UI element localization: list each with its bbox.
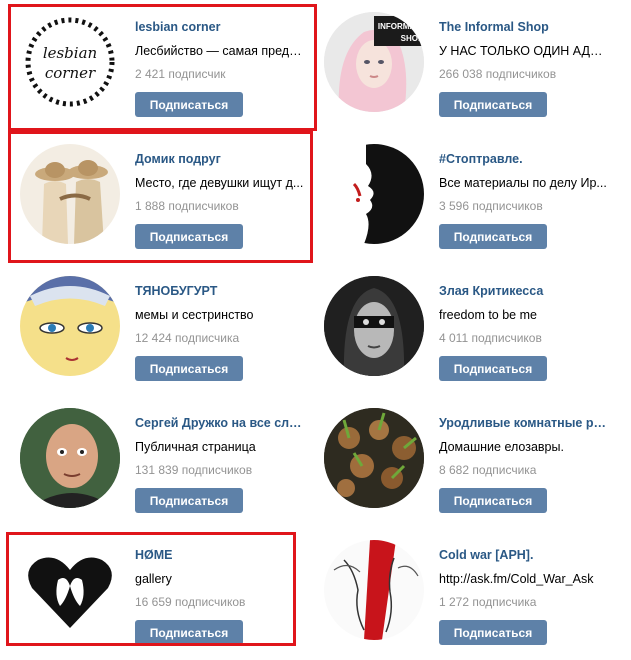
subscribe-button[interactable]: Подписаться — [135, 620, 243, 645]
avatar-text: lesbian — [43, 44, 97, 62]
community-card: lesbian corner lesbian corner Лесбийство… — [0, 4, 305, 132]
subscriber-count: 8 682 подписчика — [439, 463, 537, 477]
subscriber-count: 266 038 подписчиков — [439, 67, 557, 81]
avatar-text: corner — [45, 64, 96, 82]
anime-face-avatar[interactable] — [20, 276, 120, 376]
community-title[interactable]: Cold war [APH]. — [439, 548, 609, 562]
subscribe-button[interactable]: Подписаться — [135, 224, 243, 249]
community-title[interactable]: Домик подруг — [135, 152, 305, 166]
community-title[interactable]: HØME — [135, 548, 305, 562]
subscribe-button[interactable]: Подписаться — [439, 620, 547, 645]
community-description: Место, где девушки ищут д... — [135, 176, 304, 190]
heart-kiss-avatar[interactable] — [20, 540, 120, 640]
community-title[interactable]: lesbian corner — [135, 20, 305, 34]
community-description: У НАС ТОЛЬКО ОДИН АДМ... — [439, 44, 609, 58]
subscriber-count: 2 421 подписчик — [135, 67, 226, 81]
community-card: Домик подруг Место, где девушки ищут д..… — [0, 136, 303, 264]
two-girls-hats-avatar[interactable] — [20, 144, 120, 244]
pink-hair-girl-avatar[interactable]: INFORMAL SHOP — [324, 12, 424, 112]
subscriber-count: 131 839 подписчиков — [135, 463, 253, 477]
avatar-text: INFORMAL — [378, 22, 420, 31]
avatar-text: SHOP — [401, 34, 424, 43]
community-card: Злая Критикесса freedom to be me 4 011 п… — [304, 268, 604, 396]
community-title[interactable]: The Informal Shop — [439, 20, 609, 34]
community-description: мемы и сестринство — [135, 308, 254, 322]
community-description: Публичная страница — [135, 440, 256, 454]
subscribe-button[interactable]: Подписаться — [135, 488, 243, 513]
community-description: gallery — [135, 572, 172, 586]
face-silhouette-avatar[interactable] — [324, 144, 424, 244]
manga-couple-avatar[interactable] — [324, 540, 424, 640]
subscribe-button[interactable]: Подписаться — [439, 92, 547, 117]
subscriber-count: 4 011 подписчиков — [439, 331, 542, 345]
subscriber-count: 1 272 подписчика — [439, 595, 537, 609]
bald-man-avatar[interactable] — [20, 408, 120, 508]
subscribe-button[interactable]: Подписаться — [439, 488, 547, 513]
community-title[interactable]: Злая Критикесса — [439, 284, 609, 298]
community-title[interactable]: Уродливые комнатные ра... — [439, 416, 609, 430]
subscribe-button[interactable]: Подписаться — [439, 224, 547, 249]
subscriber-count: 3 596 подписчиков — [439, 199, 543, 213]
masked-woman-avatar[interactable] — [324, 276, 424, 376]
community-title[interactable]: ТЯНОБУГУРТ — [135, 284, 305, 298]
subscribe-button[interactable]: Подписаться — [135, 92, 243, 117]
community-description: Все материалы по делу Ир... — [439, 176, 607, 190]
subscriber-count: 12 424 подписчика — [135, 331, 240, 345]
subscriber-count: 16 659 подписчиков — [135, 595, 246, 609]
community-card: #Стоптравле. Все материалы по делу Ир...… — [304, 136, 607, 264]
community-card: Уродливые комнатные ра... Домашние елоза… — [304, 400, 609, 528]
community-description: Лесбийство — самая преда... — [135, 44, 305, 58]
community-description: Домашние елозавры. — [439, 440, 564, 454]
community-card: Сергей Дружко на все слу... Публичная ст… — [0, 400, 305, 528]
subscribe-button[interactable]: Подписаться — [135, 356, 243, 381]
plants-avatar[interactable] — [324, 408, 424, 508]
community-title[interactable]: #Стоптравле. — [439, 152, 609, 166]
community-card: Cold war [APH]. http://ask.fm/Cold_War_A… — [304, 532, 604, 660]
community-card: HØME gallery 16 659 подписчиков Подписат… — [0, 532, 300, 660]
community-description: freedom to be me — [439, 308, 537, 322]
community-description: http://ask.fm/Cold_War_Ask — [439, 572, 594, 586]
community-card: INFORMAL SHOP The Informal Shop У НАС ТО… — [304, 4, 609, 132]
subscriber-count: 1 888 подписчиков — [135, 199, 239, 213]
subscribe-button[interactable]: Подписаться — [439, 356, 547, 381]
wreath-text-avatar[interactable]: lesbian corner — [20, 12, 120, 112]
community-card: ТЯНОБУГУРТ мемы и сестринство 12 424 под… — [0, 268, 300, 396]
community-title[interactable]: Сергей Дружко на все слу... — [135, 416, 305, 430]
